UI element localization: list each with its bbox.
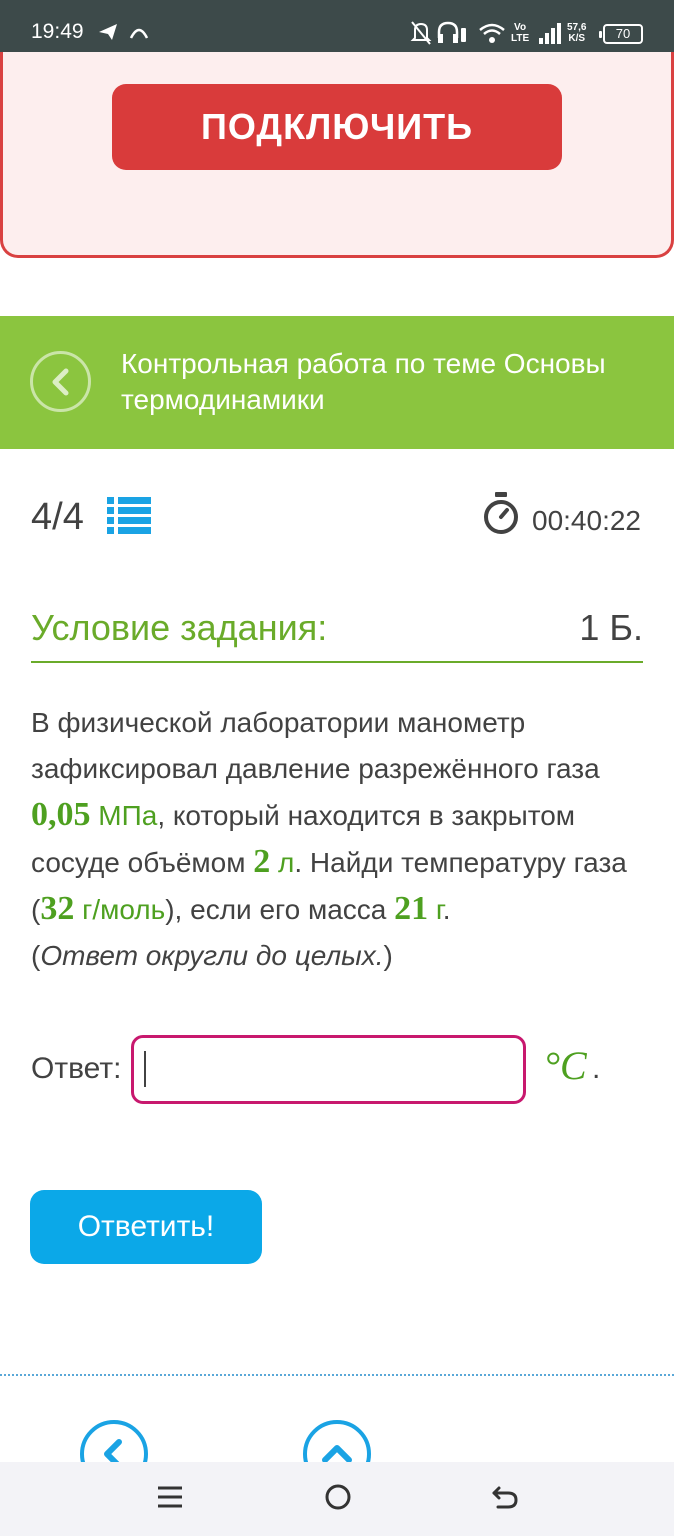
heading-divider	[31, 661, 643, 663]
home-icon[interactable]	[323, 1482, 353, 1516]
task-text: В физической лаборатории манометр зафикс…	[31, 707, 627, 971]
chevron-left-icon	[52, 368, 69, 396]
mass-unit: г	[428, 894, 443, 925]
connect-button[interactable]: ПОДКЛЮЧИТЬ	[112, 84, 562, 170]
rounding-hint: Ответ округли до целых.	[40, 940, 384, 971]
system-nav-bar	[0, 1462, 674, 1536]
mass-value: 21	[394, 890, 429, 927]
divider	[0, 1374, 674, 1376]
volume-value: 2	[253, 843, 271, 880]
answer-unit: °C	[544, 1043, 587, 1088]
question-list-icon[interactable]	[107, 497, 151, 539]
pressure-unit: МПа	[90, 800, 158, 831]
answer-unit-suffix: .	[592, 1052, 601, 1085]
arc-icon	[128, 18, 150, 50]
battery-icon: 70	[599, 24, 643, 44]
stopwatch-icon	[482, 491, 520, 539]
task-points: 1 Б.	[579, 607, 643, 648]
telegram-icon	[97, 18, 119, 50]
submit-button[interactable]: Ответить!	[30, 1190, 262, 1264]
volume-unit: л	[270, 847, 295, 878]
pressure-value: 0,05	[31, 796, 91, 833]
test-title: Контрольная работа по теме Основы термод…	[121, 348, 606, 415]
molar-mass-unit: г/моль	[74, 894, 166, 925]
menu-icon[interactable]	[156, 1482, 184, 1516]
volte-indicator: Vo LTE	[511, 22, 530, 44]
headset-icon	[436, 18, 468, 52]
network-speed: 57,6 K/S	[567, 22, 587, 44]
status-time: 19:49	[31, 20, 84, 43]
text-cursor	[144, 1051, 146, 1087]
task-heading: Условие задания:	[31, 607, 328, 648]
answer-label: Ответ:	[31, 1052, 122, 1085]
timer-value: 00:40:22	[532, 505, 641, 536]
back-button[interactable]	[30, 351, 91, 412]
mute-bell-icon	[410, 18, 432, 52]
back-icon[interactable]	[490, 1482, 520, 1516]
answer-input[interactable]	[131, 1035, 526, 1104]
question-counter: 4/4	[31, 496, 84, 538]
wifi-icon	[478, 18, 506, 52]
molar-mass-value: 32	[40, 890, 75, 927]
signal-icon	[538, 18, 562, 52]
